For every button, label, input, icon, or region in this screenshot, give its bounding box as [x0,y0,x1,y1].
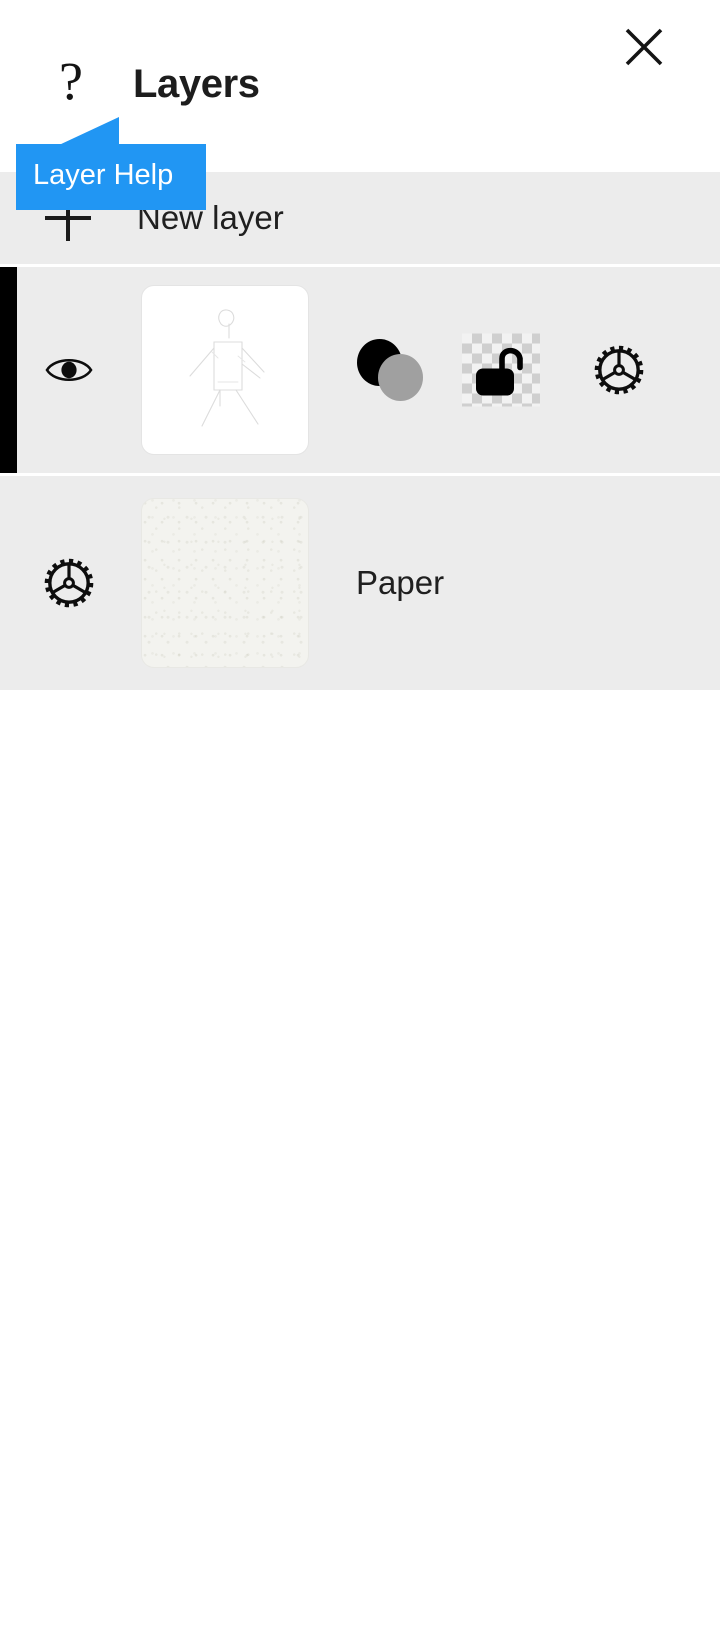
paper-row[interactable]: Paper [0,476,720,690]
panel-header: ? Layers [0,0,720,172]
layer-thumbnail[interactable] [141,285,309,455]
paper-thumbnail[interactable] [141,498,309,668]
layer-row[interactable] [0,267,720,476]
visibility-eye-icon [45,358,93,382]
opacity-blend-icon[interactable] [357,339,423,401]
help-icon[interactable]: ? [48,50,94,112]
layer-selected-indicator [0,267,17,473]
layers-panel: ? Layers New layer Paper Layer Help [0,0,720,696]
paper-label: Paper [356,564,445,601]
eye-icon[interactable] [45,354,93,386]
blend-circle-light [378,354,423,401]
layer-lock-button[interactable] [462,333,540,407]
unlocked-padlock-icon [476,347,523,396]
close-button[interactable] [623,26,665,68]
plus-icon[interactable] [45,195,91,241]
close-icon [625,28,663,66]
paper-settings-button[interactable] [40,554,98,612]
new-layer-row[interactable]: New layer [0,172,720,267]
canvas-area[interactable] [0,696,720,1650]
gear-icon [594,345,644,395]
page-title: Layers [133,62,260,106]
gear-icon [44,558,94,608]
layer-settings-button[interactable] [590,341,648,399]
new-layer-label: New layer [137,199,284,236]
sketch-figure-icon [189,309,265,427]
